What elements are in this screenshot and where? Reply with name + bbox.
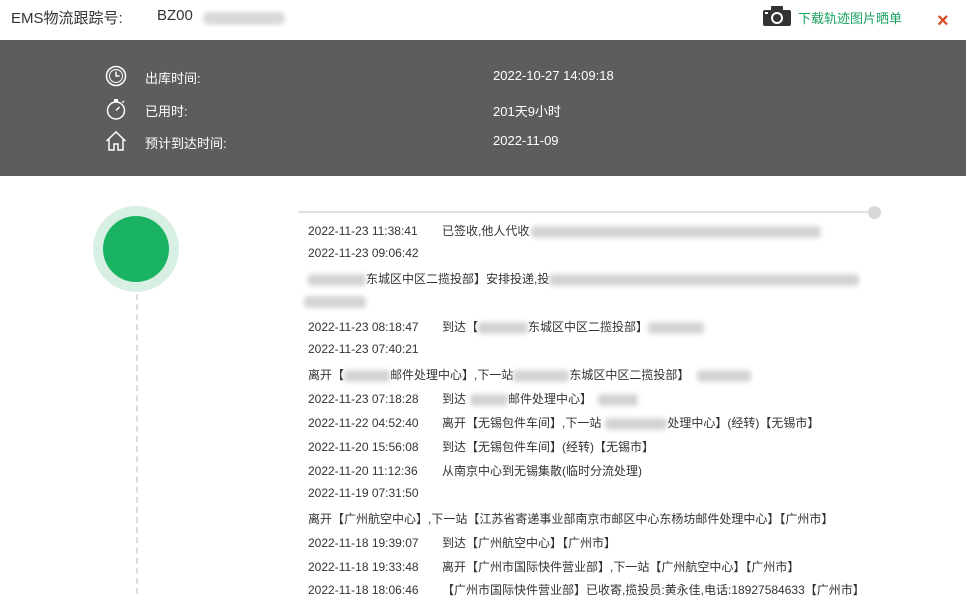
tracking-label: EMS物流跟踪号: <box>11 10 123 27</box>
event-text: 离开【广州航空中心】,下一站【江苏省寄递事业部南京市邮区中心东杨坊邮件处理中心】… <box>308 512 834 526</box>
redacted-text <box>470 393 509 406</box>
event-text: 到达【无锡包件车间】(经转)【无锡市】 <box>442 440 654 454</box>
status-indicator <box>93 206 179 292</box>
timeline-event: 2022-11-19 07:31:50 <box>308 486 442 500</box>
summary-label: 预计到达时间: <box>145 136 227 151</box>
tracking-timeline: 2022-11-23 11:38:41 已签收,他人代收 2022-11-23 0… <box>0 176 966 597</box>
event-text-2: 邮件处理中心】 <box>508 392 593 406</box>
event-time: 2022-11-19 07:31:50 <box>308 486 419 500</box>
tracking-number-redacted <box>203 12 285 25</box>
tracking-header: EMS物流跟踪号: BZ00 下载轨迹图片晒单 × <box>0 0 966 40</box>
summary-row-departure: 出库时间: 2022-10-27 14:09:18 <box>0 64 966 88</box>
event-text: 离开【广州市国际快件营业部】,下一站【广州航空中心】【广州市】 <box>442 560 800 574</box>
event-text-3: 东城区中区二揽投部】 <box>569 368 690 382</box>
timeline-event: 2022-11-18 19:33:48 离开【广州市国际快件营业部】,下一站【广州… <box>308 558 799 575</box>
event-time: 2022-11-23 11:38:41 <box>308 224 418 238</box>
timeline-event: 2022-11-23 11:38:41 已签收,他人代收 <box>308 222 822 239</box>
event-text: 【广州市国际快件营业部】已收寄,揽投员:黄永佳,电话:18927584633【广… <box>442 583 865 597</box>
timeline-event: 2022-11-23 07:40:21 <box>308 342 442 356</box>
event-time: 2022-11-18 18:06:46 <box>308 583 419 597</box>
shipment-summary: 出库时间: 2022-10-27 14:09:18 已用时: 201天9小时 预… <box>0 40 966 176</box>
timeline-event: 东城区中区二揽投部】安排投递,投 <box>308 270 860 287</box>
download-track-image-link[interactable]: 下载轨迹图片晒单 <box>798 8 902 27</box>
timeline-event: 2022-11-23 08:18:47 到达【 东城区中区二揽投部】 <box>308 318 705 335</box>
timeline-event: 2022-11-18 18:06:46 【广州市国际快件营业部】已收寄,揽投员:黄… <box>308 581 865 598</box>
redacted-text <box>304 295 366 308</box>
timeline-event: 2022-11-20 15:56:08 到达【无锡包件车间】(经转)【无锡市】 <box>308 438 654 455</box>
summary-value: 2022-11-09 <box>493 133 559 148</box>
event-time: 2022-11-18 19:33:48 <box>308 560 419 574</box>
stopwatch-icon <box>106 99 126 120</box>
home-icon <box>105 130 127 151</box>
redacted-text <box>697 369 752 382</box>
summary-row-eta: 预计到达时间: 2022-11-09 <box>0 129 966 153</box>
redacted-text <box>478 321 529 334</box>
redacted-text <box>605 417 668 430</box>
timeline-event: 离开【广州航空中心】,下一站【江苏省寄递事业部南京市邮区中心东杨坊邮件处理中心】… <box>308 510 833 527</box>
timeline-event: 2022-11-23 07:18:28 到达 邮件处理中心】 <box>308 390 639 407</box>
redacted-text <box>648 321 705 334</box>
clock-icon <box>105 65 127 87</box>
timeline-event: 2022-11-23 09:06:42 <box>308 246 442 260</box>
timeline-event: 2022-11-20 11:12:36 从南京中心到无锡集散(临时分流处理) <box>308 462 642 479</box>
event-time: 2022-11-20 15:56:08 <box>308 440 419 454</box>
timeline-line <box>136 294 138 594</box>
summary-value: 2022-10-27 14:09:18 <box>493 68 614 83</box>
event-time: 2022-11-20 11:12:36 <box>308 464 418 478</box>
event-text-2: 东城区中区二揽投部】 <box>528 320 649 334</box>
timeline-event: 2022-11-22 04:52:40 离开【无锡包件车间】,下一站 处理中心】(经… <box>308 414 819 431</box>
event-text: 到达 <box>442 392 467 406</box>
event-text: 离开【 <box>308 368 345 382</box>
event-time: 2022-11-22 04:52:40 <box>308 416 419 430</box>
event-time: 2022-11-23 09:06:42 <box>308 246 419 260</box>
tracking-number: BZ00 <box>157 7 193 24</box>
event-text: 离开【无锡包件车间】,下一站 <box>442 416 602 430</box>
timeline-event-continued <box>304 294 366 308</box>
event-text: 从南京中心到无锡集散(临时分流处理) <box>442 464 642 478</box>
summary-label: 已用时: <box>145 104 188 119</box>
redacted-text <box>308 273 366 286</box>
event-time: 2022-11-23 07:40:21 <box>308 342 419 356</box>
redacted-text <box>531 225 822 238</box>
timeline-end-dot <box>868 206 881 219</box>
close-button[interactable]: × <box>937 8 949 34</box>
event-text: 东城区中区二揽投部】安排投递,投 <box>366 272 550 286</box>
status-dot <box>103 216 169 282</box>
timeline-event: 离开【 邮件处理中心】,下一站 东城区中区二揽投部】 <box>308 366 752 383</box>
event-time: 2022-11-23 08:18:47 <box>308 320 419 334</box>
summary-value: 201天9小时 <box>493 104 561 119</box>
redacted-text <box>549 273 860 286</box>
redacted-text <box>598 393 639 406</box>
event-text: 已签收,他人代收 <box>442 224 530 238</box>
event-text: 到达【广州航空中心】【广州市】 <box>442 536 617 550</box>
timeline-divider <box>298 211 875 213</box>
event-text: 到达【 <box>442 320 479 334</box>
event-time: 2022-11-18 19:39:07 <box>308 536 419 550</box>
camera-icon[interactable] <box>762 5 792 27</box>
event-text-2: 处理中心】(经转)【无锡市】 <box>667 416 820 430</box>
summary-label: 出库时间: <box>145 71 201 86</box>
event-text-2: 邮件处理中心】,下一站 <box>390 368 514 382</box>
timeline-event: 2022-11-18 19:39:07 到达【广州航空中心】【广州市】 <box>308 534 616 551</box>
redacted-text <box>344 369 391 382</box>
redacted-text <box>513 369 570 382</box>
summary-row-elapsed: 已用时: 201天9小时 <box>0 97 966 121</box>
event-time: 2022-11-23 07:18:28 <box>308 392 419 406</box>
